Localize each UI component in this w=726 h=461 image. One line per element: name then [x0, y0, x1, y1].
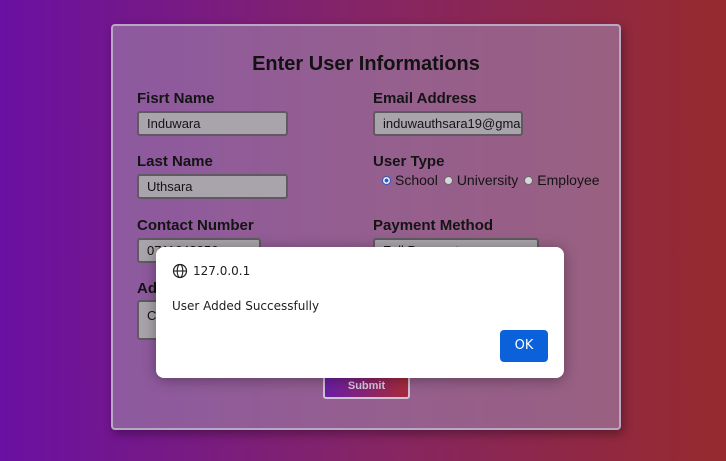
radio-school-label: School [395, 172, 438, 188]
user-type-label: User Type [373, 153, 445, 170]
radio-university[interactable]: University [443, 172, 519, 188]
radio-employee[interactable]: Employee [524, 172, 600, 188]
radio-employee-label: Employee [537, 172, 600, 188]
radio-unchecked-icon[interactable] [443, 175, 453, 185]
email-input[interactable]: induwauthsara19@gma [373, 111, 523, 136]
radio-unchecked-icon[interactable] [524, 175, 534, 185]
dialog-origin: 127.0.0.1 [193, 264, 251, 278]
email-label: Email Address [373, 90, 477, 107]
globe-icon [172, 263, 188, 279]
last-name-label: Last Name [137, 153, 213, 170]
radio-university-label: University [456, 172, 519, 188]
radio-school[interactable]: School [382, 172, 438, 188]
first-name-label: Fisrt Name [137, 90, 215, 107]
dialog-message: User Added Successfully [172, 299, 320, 313]
radio-checked-icon[interactable] [382, 175, 391, 185]
user-type-radio-group: School University Employee [382, 172, 606, 188]
first-name-input[interactable]: Induwara [137, 111, 288, 136]
contact-number-label: Contact Number [137, 217, 254, 234]
form-title: Enter User Informations [252, 53, 480, 75]
last-name-input[interactable]: Uthsara [137, 174, 288, 199]
address-label: Ad [137, 280, 157, 297]
payment-method-label: Payment Method [373, 217, 494, 234]
dialog-header: 127.0.0.1 [172, 263, 250, 279]
ok-button[interactable]: OK [500, 330, 548, 362]
alert-dialog: 127.0.0.1 User Added Successfully OK [156, 247, 564, 378]
